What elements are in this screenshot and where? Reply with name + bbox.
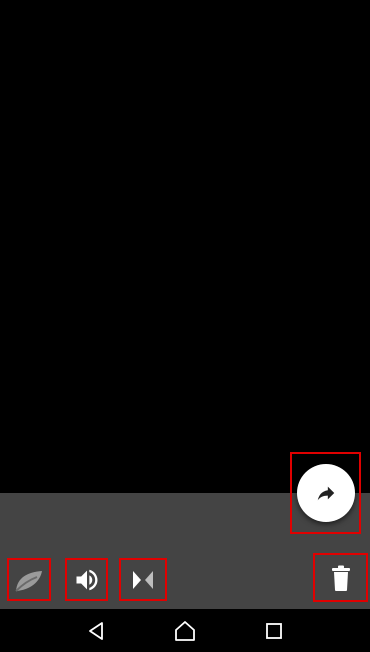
mirror-icon <box>133 570 153 589</box>
screen <box>0 0 370 652</box>
nav-recents-button[interactable] <box>254 611 294 651</box>
nav-home-button[interactable] <box>165 611 205 651</box>
effect-button[interactable] <box>7 558 51 601</box>
trash-icon <box>331 565 350 591</box>
share-arrow-icon <box>317 486 334 501</box>
recents-square-icon <box>265 622 282 639</box>
back-triangle-icon <box>89 621 104 640</box>
share-fab[interactable] <box>296 464 355 522</box>
nav-back-button[interactable] <box>76 611 116 651</box>
sound-button[interactable] <box>65 558 108 601</box>
system-navigation-bar <box>0 609 370 652</box>
delete-button[interactable] <box>313 553 368 602</box>
effect-icon <box>15 570 42 592</box>
volume-icon <box>76 569 97 590</box>
media-preview <box>0 0 370 493</box>
share-button[interactable] <box>290 452 361 534</box>
home-icon <box>175 620 195 641</box>
mirror-button[interactable] <box>119 558 167 601</box>
